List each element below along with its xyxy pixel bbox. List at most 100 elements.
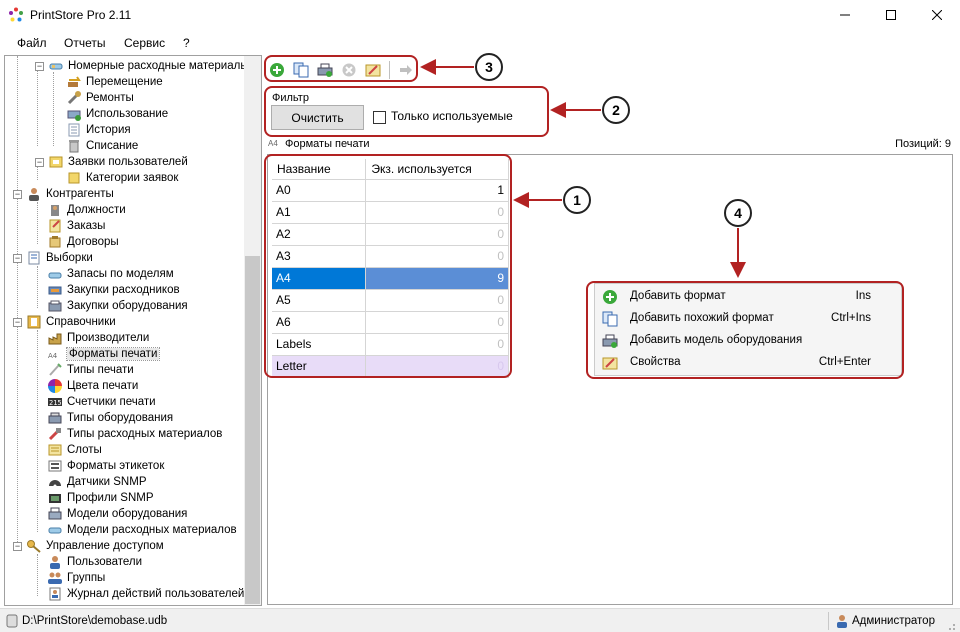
tree-item-groups[interactable]: Группы xyxy=(47,570,105,586)
print-type-icon xyxy=(49,363,62,376)
tree-item-print-counters[interactable]: 215 Счетчики печати xyxy=(47,394,156,410)
tree-item-snmp-profiles[interactable]: Профили SNMP xyxy=(47,490,154,506)
counter-icon: 215 xyxy=(48,398,62,407)
tree-item-access-control[interactable]: − Управление доступом xyxy=(13,538,164,554)
tree-item-usage[interactable]: Использование xyxy=(66,106,168,122)
menu-service[interactable]: Сервис xyxy=(124,36,165,50)
item-count: Позиций: 9 xyxy=(895,138,951,150)
database-icon xyxy=(6,614,18,628)
users-icon xyxy=(50,556,60,569)
consumable-icon xyxy=(49,63,63,70)
purchase-consumables-icon xyxy=(48,286,62,295)
collapse-icon[interactable]: − xyxy=(35,61,44,71)
tree-item-equipment-purchases[interactable]: Закупки оборудования xyxy=(47,298,188,314)
section-title: Форматы печати xyxy=(285,138,370,150)
tree-item-equipment-types[interactable]: Типы оборудования xyxy=(47,410,173,426)
tree-item-references[interactable]: − Справочники xyxy=(13,314,116,330)
tree-item-contractors[interactable]: − Контрагенты xyxy=(13,186,114,202)
minimize-icon xyxy=(840,14,850,16)
selections-icon xyxy=(28,251,40,265)
menu-file[interactable]: Файл xyxy=(17,36,47,50)
window-title: PrintStore Pro 2.11 xyxy=(30,8,132,22)
maximize-button[interactable] xyxy=(868,0,914,30)
manufacturer-icon xyxy=(48,333,62,345)
user-icon xyxy=(837,615,847,628)
minimize-button[interactable] xyxy=(822,0,868,30)
print-color-icon xyxy=(48,379,62,393)
tree-item-print-formats[interactable]: A4 Форматы печати xyxy=(47,346,161,362)
tree-item-request-categories[interactable]: Категории заявок xyxy=(66,170,178,186)
print-format-icon: A4 xyxy=(48,352,58,360)
tree-item-slots[interactable]: Слоты xyxy=(47,442,102,458)
repair-icon xyxy=(67,91,81,105)
consumable-type-icon xyxy=(48,428,61,441)
tree-item-users[interactable]: Пользователи xyxy=(47,554,142,570)
equipment-type-icon xyxy=(48,412,62,424)
tree-item-history[interactable]: История xyxy=(66,122,131,138)
purchase-equipment-icon xyxy=(48,300,62,312)
maximize-icon xyxy=(886,10,896,20)
slots-icon xyxy=(48,444,62,456)
stock-icon xyxy=(48,272,62,279)
snmp-profile-icon xyxy=(49,494,61,503)
navigation-tree[interactable]: − Номерные расходные материалы Перемещен… xyxy=(4,55,262,606)
collapse-icon[interactable]: − xyxy=(35,157,44,167)
tree-item-user-requests[interactable]: − Заявки пользователей xyxy=(35,154,188,170)
tree-item-label-formats[interactable]: Форматы этикеток xyxy=(47,458,164,474)
callout-4: 4 xyxy=(724,199,752,227)
tree-item-consumable-purchases[interactable]: Закупки расходников xyxy=(47,282,180,298)
contractors-icon xyxy=(29,188,39,201)
tree-item-snmp-sensors[interactable]: Датчики SNMP xyxy=(47,474,147,490)
app-logo-icon xyxy=(9,7,23,22)
move-icon xyxy=(68,76,81,87)
menu-help[interactable]: ? xyxy=(183,36,190,50)
tree-item-print-types[interactable]: Типы печати xyxy=(47,362,134,378)
tree-item-orders[interactable]: Заказы xyxy=(47,218,105,234)
groups-icon xyxy=(48,572,62,584)
tree-item-consumable-types[interactable]: Типы расходных материалов xyxy=(47,426,222,442)
tree-item-writeoff[interactable]: Списание xyxy=(66,138,138,154)
collapse-icon[interactable]: − xyxy=(13,541,22,551)
section-header: A4 Форматы печати Позиций: 9 xyxy=(267,137,953,153)
tree-scrollbar[interactable] xyxy=(244,56,261,605)
tree-item-positions[interactable]: Должности xyxy=(47,202,126,218)
tree-item-model-stock[interactable]: Запасы по моделям xyxy=(47,266,174,282)
tree-item-numbered-consumables[interactable]: − Номерные расходные материалы xyxy=(35,58,249,74)
status-separator xyxy=(828,612,829,630)
requests-icon xyxy=(49,156,63,168)
reference-icon xyxy=(27,315,41,329)
tree-item-contracts[interactable]: Договоры xyxy=(47,234,119,250)
tree-item-selections[interactable]: − Выборки xyxy=(13,250,93,266)
tree-item-consumable-models[interactable]: Модели расходных материалов xyxy=(47,522,237,538)
collapse-icon[interactable]: − xyxy=(13,253,22,263)
usage-icon xyxy=(67,110,81,121)
tree-item-transfer[interactable]: Перемещение xyxy=(66,74,163,90)
callout-1: 1 xyxy=(563,186,591,214)
position-icon xyxy=(51,205,59,216)
status-database-path: D:\PrintStore\demobase.udb xyxy=(22,615,168,627)
collapse-icon[interactable]: − xyxy=(13,189,22,199)
menu-bar: Файл Отчеты Сервис ? xyxy=(0,32,960,54)
close-icon xyxy=(932,10,942,20)
annotation-frame-toolbar xyxy=(264,55,418,82)
tree-item-print-colors[interactable]: Цвета печати xyxy=(47,378,138,394)
tree-item-equipment-models[interactable]: Модели оборудования xyxy=(47,506,187,522)
tree-item-repairs[interactable]: Ремонты xyxy=(66,90,134,106)
history-icon xyxy=(68,123,80,137)
tree-item-manufacturers[interactable]: Производители xyxy=(47,330,149,346)
status-user: Администратор xyxy=(852,615,935,627)
collapse-icon[interactable]: − xyxy=(13,317,22,327)
user-log-icon xyxy=(49,587,61,601)
menu-reports[interactable]: Отчеты xyxy=(64,36,105,50)
close-button[interactable] xyxy=(914,0,960,30)
print-format-icon: A4 xyxy=(268,139,278,148)
title-bar: PrintStore Pro 2.11 xyxy=(0,0,960,30)
writeoff-icon xyxy=(69,140,79,153)
resize-grip-icon[interactable] xyxy=(944,619,956,631)
annotation-frame-filter xyxy=(264,86,549,137)
tree-item-user-action-log[interactable]: Журнал действий пользователей xyxy=(47,586,244,602)
request-category-icon xyxy=(68,172,80,184)
tree-scrollbar-thumb[interactable] xyxy=(245,256,260,604)
label-format-icon xyxy=(48,460,62,472)
contracts-icon xyxy=(49,236,61,248)
